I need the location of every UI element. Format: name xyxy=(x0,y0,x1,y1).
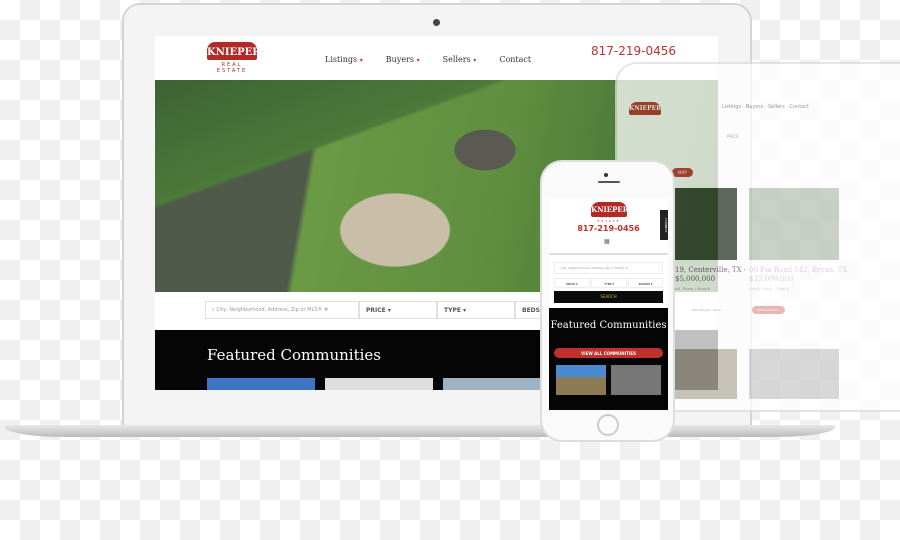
search-icon: ⌕ xyxy=(558,266,560,270)
search-icon: ⌕ xyxy=(212,307,215,313)
logo[interactable]: KNIEPER REAL ESTATE xyxy=(207,42,261,74)
rooms-filter[interactable]: ROOMS ▾ xyxy=(628,278,663,288)
featured-title: Featured Communities xyxy=(207,346,381,364)
nav-sellers[interactable]: Sellers ▾ xyxy=(443,55,477,64)
community-card[interactable] xyxy=(443,378,551,390)
type-filter[interactable]: TYPE ▾ xyxy=(437,301,515,319)
phone-number[interactable]: 817-219-0456 xyxy=(549,224,668,233)
home-button[interactable] xyxy=(597,414,619,436)
price-filter[interactable]: PRICE ▾ xyxy=(554,278,590,288)
main-nav: Listings ▾ Buyers ▾ Sellers ▾ Contact xyxy=(325,47,549,66)
community-card[interactable] xyxy=(556,365,606,395)
type-filter[interactable]: TYPE ▾ xyxy=(591,278,627,288)
listing-photo[interactable] xyxy=(675,188,737,260)
nav-contact[interactable]: Contact xyxy=(499,55,531,64)
laptop-base xyxy=(5,425,835,437)
nav-listings[interactable]: Listings ▾ xyxy=(325,55,363,64)
phone-number[interactable]: 817-219-0456 xyxy=(591,44,676,58)
phone-speaker xyxy=(598,181,620,183)
community-card[interactable] xyxy=(611,365,661,395)
mobile-site: KNIEPER REAL ESTATE 817-219-0456 ▦ CONNE… xyxy=(549,198,668,410)
search-input[interactable]: ⌕ City, Neighborhood, Address, Zip or ML… xyxy=(554,262,663,274)
laptop-camera xyxy=(433,19,440,26)
search-input[interactable]: ⌕ City, Neighborhood, Address, Zip or ML… xyxy=(205,301,359,319)
community-card[interactable] xyxy=(207,378,315,390)
search-button[interactable]: SEARCH xyxy=(554,291,663,303)
listing-photo[interactable] xyxy=(675,349,737,399)
community-card[interactable] xyxy=(325,378,433,390)
connect-tab[interactable]: CONNECT xyxy=(660,210,668,240)
view-details-button[interactable]: VIEW DETAILS xyxy=(752,306,786,314)
nav-buyers[interactable]: Buyers ▾ xyxy=(386,55,420,64)
listing-photo[interactable] xyxy=(749,188,839,260)
view-all-communities-button[interactable]: VIEW ALL COMMUNITIES xyxy=(554,348,663,358)
featured-section: Featured Communities VIEW ALL COMMUNITIE… xyxy=(549,308,668,410)
listing-photo[interactable] xyxy=(749,349,839,399)
map-button[interactable]: MAP xyxy=(672,168,693,177)
phone-frame: KNIEPER REAL ESTATE 817-219-0456 ▦ CONNE… xyxy=(540,160,675,442)
tablet-nav: Listings · Buyers · Sellers · Contact xyxy=(722,104,809,110)
price-filter[interactable]: PRICE ▾ xyxy=(359,301,437,319)
menu-icon[interactable]: ▦ xyxy=(604,238,610,245)
